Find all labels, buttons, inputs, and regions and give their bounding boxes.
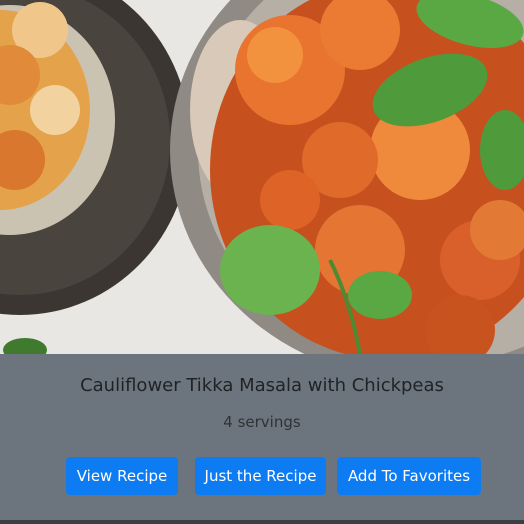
recipe-photo	[0, 0, 524, 354]
recipe-title: Cauliflower Tikka Masala with Chickpeas	[80, 375, 444, 396]
just-the-recipe-button[interactable]: Just the Recipe	[195, 457, 326, 495]
recipe-card-body: Cauliflower Tikka Masala with Chickpeas …	[0, 354, 524, 520]
view-recipe-button[interactable]: View Recipe	[66, 457, 178, 495]
add-to-favorites-button[interactable]: Add To Favorites	[337, 457, 481, 495]
next-card-edge	[0, 520, 524, 524]
recipe-servings: 4 servings	[223, 413, 301, 431]
